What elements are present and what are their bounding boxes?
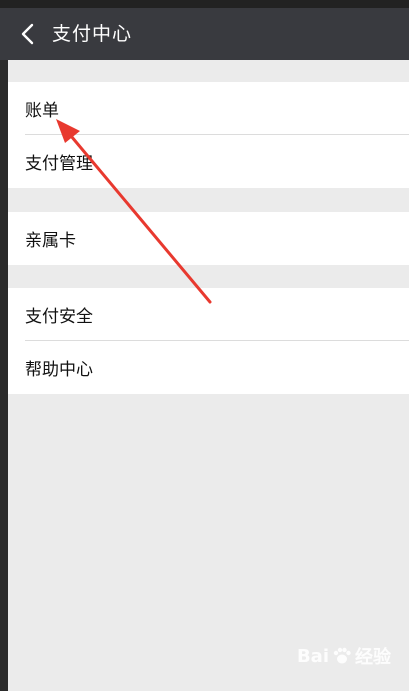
back-button[interactable] xyxy=(10,16,46,52)
page-title: 支付中心 xyxy=(52,23,133,45)
menu-item-label: 亲属卡 xyxy=(25,231,76,251)
menu-item-payment-management[interactable]: 支付管理 xyxy=(8,135,409,188)
menu-group-3: 支付安全 帮助中心 xyxy=(8,288,409,394)
menu-item-payment-security[interactable]: 支付安全 xyxy=(8,288,409,341)
chevron-left-icon xyxy=(21,23,34,45)
menu-item-bill[interactable]: 账单 xyxy=(8,82,409,135)
menu-item-help-center[interactable]: 帮助中心 xyxy=(8,341,409,394)
menu-item-label: 账单 xyxy=(25,101,59,121)
title-bar: 支付中心 xyxy=(0,8,409,60)
phone-screen: 支付中心 账单 支付管理 亲属卡 支付安全 帮助中心 Bai 经验 xyxy=(0,0,409,691)
watermark-text-left: Bai xyxy=(296,645,329,667)
menu-item-family-card[interactable]: 亲属卡 xyxy=(8,212,409,265)
menu-item-label: 支付安全 xyxy=(25,307,93,327)
menu-group-2: 亲属卡 xyxy=(8,212,409,265)
menu-item-label: 帮助中心 xyxy=(25,360,93,380)
content-area: 账单 支付管理 亲属卡 支付安全 帮助中心 xyxy=(8,60,409,691)
watermark-text-right: 经验 xyxy=(355,647,391,668)
baidu-jingyan-watermark: Bai 经验 xyxy=(297,643,391,669)
status-bar xyxy=(0,0,409,8)
menu-item-label: 支付管理 xyxy=(25,154,93,174)
menu-group-1: 账单 支付管理 xyxy=(8,82,409,188)
paw-icon xyxy=(333,647,351,664)
